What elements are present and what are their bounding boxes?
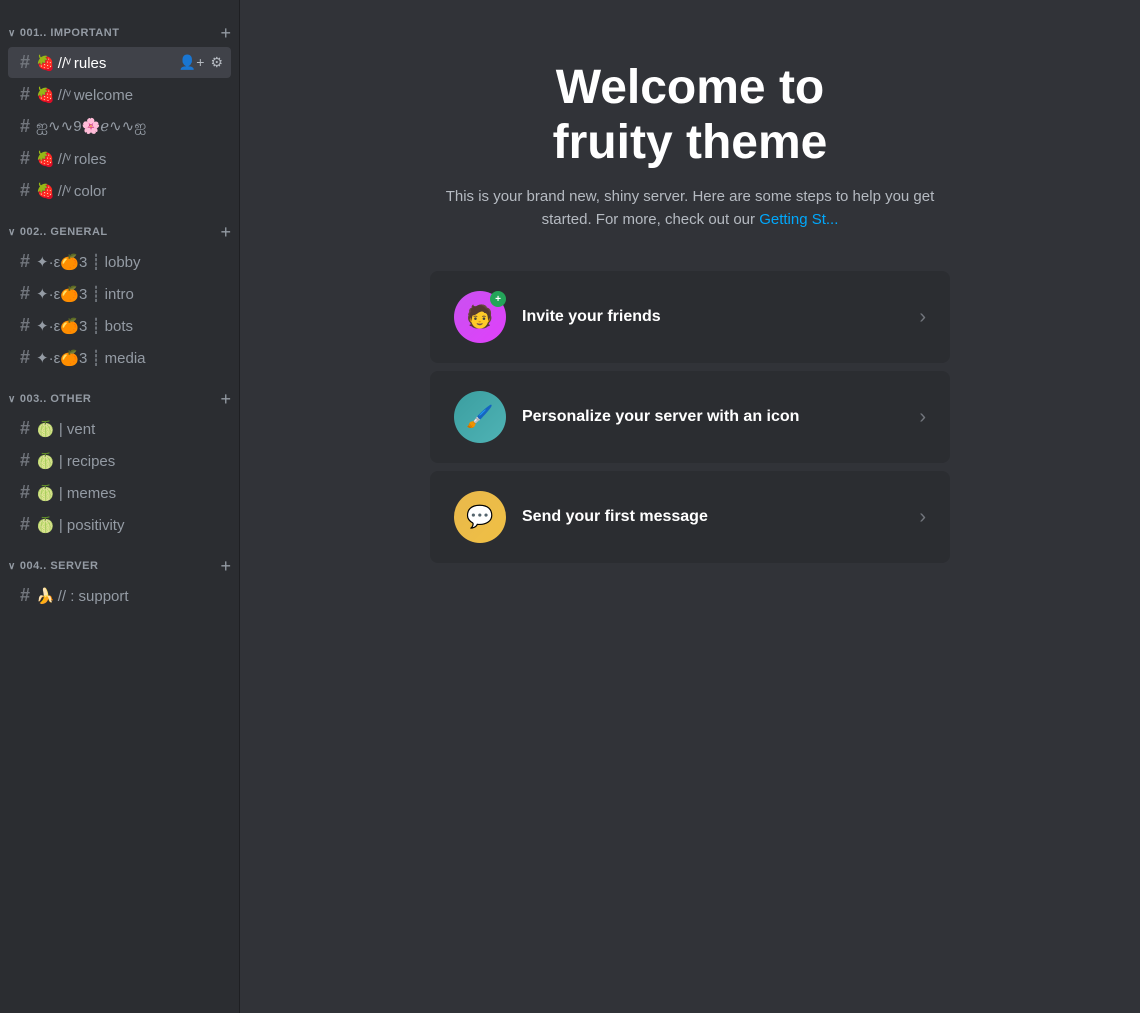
- cards-container: 🧑 + Invite your friends › 🖌️ Personalize…: [430, 271, 950, 563]
- hash-icon: #: [20, 251, 30, 272]
- hash-icon: #: [20, 283, 30, 304]
- invite-friends-card[interactable]: 🧑 + Invite your friends ›: [430, 271, 950, 363]
- personalize-card[interactable]: 🖌️ Personalize your server with an icon …: [430, 371, 950, 463]
- hash-icon: #: [20, 585, 30, 606]
- channel-support[interactable]: # 🍌 // : support: [8, 580, 231, 611]
- channel-bots[interactable]: # ✦·ε🍊3 ┊ bots: [8, 310, 231, 341]
- channel-positivity[interactable]: # 🍈 | positivity: [8, 509, 231, 540]
- channel-roles[interactable]: # 🍓 //ᵛ roles: [8, 143, 231, 174]
- channel-media[interactable]: # ✦·ε🍊3 ┊ media: [8, 342, 231, 373]
- card-chevron-icon: ›: [919, 506, 926, 529]
- category-other[interactable]: ∨ 003.. OTHER +: [0, 374, 239, 412]
- channel-actions: 👤+ ⚙: [179, 54, 223, 71]
- hash-icon: #: [20, 148, 30, 169]
- channel-vent[interactable]: # 🍈 | vent: [8, 413, 231, 444]
- add-channel-important[interactable]: +: [220, 24, 231, 42]
- hash-icon: #: [20, 116, 30, 137]
- hash-icon: #: [20, 347, 30, 368]
- chat-icon: 💬: [466, 504, 493, 530]
- message-icon-container: 💬: [454, 491, 506, 543]
- hash-icon: #: [20, 418, 30, 439]
- channel-sidebar: ∨ 001.. IMPORTANT + # 🍓 //ᵛ rules 👤+ ⚙ #…: [0, 0, 240, 1013]
- getting-started-link[interactable]: Getting St...: [759, 211, 838, 228]
- chevron-icon: ∨: [8, 394, 16, 405]
- category-server[interactable]: ∨ 004.. SERVER +: [0, 541, 239, 579]
- personalize-label: Personalize your server with an icon: [522, 408, 799, 426]
- hash-icon: #: [20, 180, 30, 201]
- brush-icon: 🖌️: [466, 404, 493, 430]
- first-message-card[interactable]: 💬 Send your first message ›: [430, 471, 950, 563]
- channel-welcome[interactable]: # 🍓 //ᵛ welcome: [8, 79, 231, 110]
- category-general[interactable]: ∨ 002.. GENERAL +: [0, 207, 239, 245]
- hash-icon: #: [20, 52, 30, 73]
- hash-icon: #: [20, 514, 30, 535]
- chevron-icon: ∨: [8, 227, 16, 238]
- welcome-section: Welcome tofruity theme This is your bran…: [430, 60, 950, 231]
- add-channel-other[interactable]: +: [220, 390, 231, 408]
- personalize-icon-container: 🖌️: [454, 391, 506, 443]
- channel-rules[interactable]: # 🍓 //ᵛ rules 👤+ ⚙: [8, 47, 231, 78]
- hash-icon: #: [20, 482, 30, 503]
- add-channel-server[interactable]: +: [220, 557, 231, 575]
- channel-intro[interactable]: # ✦·ε🍊3 ┊ intro: [8, 278, 231, 309]
- hash-icon: #: [20, 315, 30, 336]
- add-channel-general[interactable]: +: [220, 223, 231, 241]
- invite-icon-container: 🧑 +: [454, 291, 506, 343]
- settings-icon[interactable]: ⚙: [210, 54, 223, 71]
- card-chevron-icon: ›: [919, 406, 926, 429]
- first-message-label: Send your first message: [522, 508, 708, 526]
- category-important[interactable]: ∨ 001.. IMPORTANT +: [0, 8, 239, 46]
- welcome-title: Welcome tofruity theme: [430, 60, 950, 170]
- invite-badge: +: [490, 291, 506, 307]
- person-add-icon: 🧑: [466, 304, 493, 330]
- invite-label: Invite your friends: [522, 308, 661, 326]
- channel-decorative[interactable]: # ஐ∿∿9🌸ℯ∿∿ஐ: [8, 111, 231, 142]
- chevron-icon: ∨: [8, 561, 16, 572]
- hash-icon: #: [20, 84, 30, 105]
- add-member-icon[interactable]: 👤+: [179, 54, 205, 71]
- welcome-subtitle: This is your brand new, shiny server. He…: [430, 186, 950, 231]
- hash-icon: #: [20, 450, 30, 471]
- channel-lobby[interactable]: # ✦·ε🍊3 ┊ lobby: [8, 246, 231, 277]
- channel-color[interactable]: # 🍓 //ᵛ color: [8, 175, 231, 206]
- card-chevron-icon: ›: [919, 306, 926, 329]
- channel-memes[interactable]: # 🍈 | memes: [8, 477, 231, 508]
- channel-recipes[interactable]: # 🍈 | recipes: [8, 445, 231, 476]
- chevron-icon: ∨: [8, 28, 16, 39]
- main-content: Welcome tofruity theme This is your bran…: [240, 0, 1140, 1013]
